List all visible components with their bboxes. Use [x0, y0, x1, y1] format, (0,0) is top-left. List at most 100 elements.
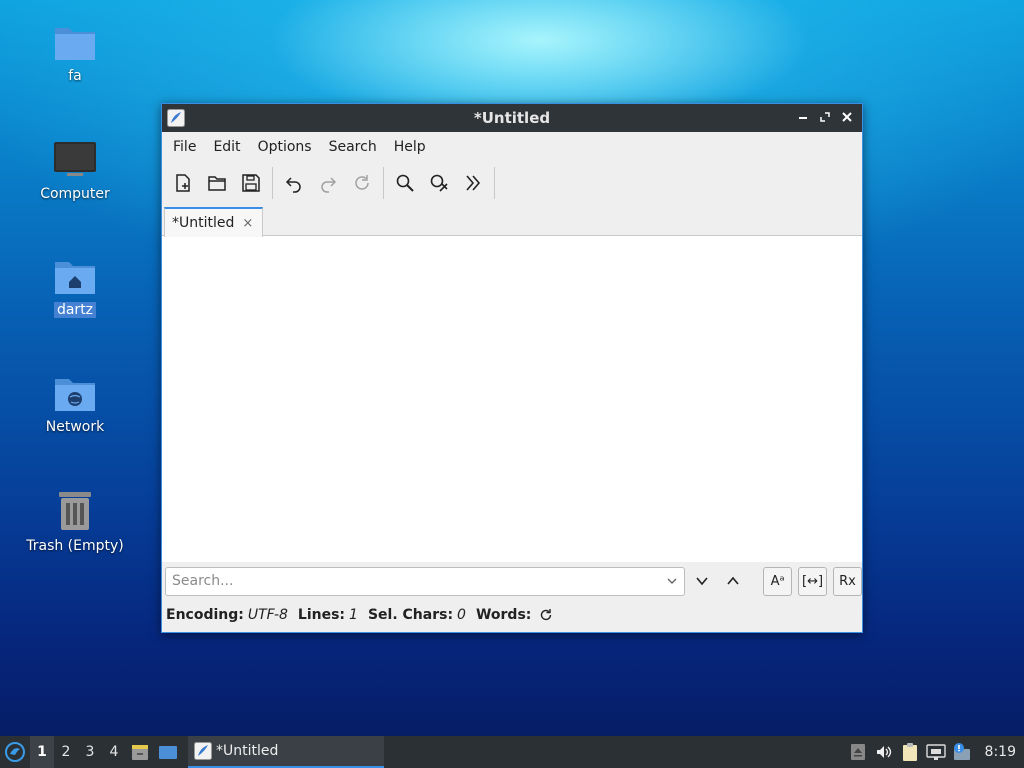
workspace-4[interactable]: 4 [102, 736, 126, 768]
chevron-down-icon [696, 577, 708, 586]
search-icon [396, 174, 414, 192]
start-menu-button[interactable] [0, 736, 30, 768]
desktop-icon-computer[interactable]: Computer [20, 140, 130, 202]
clipboard-button[interactable] [897, 736, 923, 768]
tab-bar: *Untitled × [162, 204, 862, 237]
desktop-icon-label: Network [45, 419, 105, 435]
chevron-down-icon[interactable] [666, 575, 678, 587]
desktop-icon-label: Computer [40, 186, 110, 202]
network-button[interactable] [923, 736, 949, 768]
volume-icon [876, 746, 891, 758]
desktop-icon-trash[interactable]: Trash (Empty) [20, 490, 130, 554]
status-bar: Encoding: UTF-8 Lines: 1 Sel. Chars: 0 W… [162, 600, 862, 630]
minimize-icon [799, 117, 807, 119]
taskbar: 1 2 3 4 *Untitled 8:19 [0, 736, 1024, 768]
find-button[interactable] [390, 168, 420, 198]
desktop-icon [159, 746, 177, 759]
menu-search[interactable]: Search [322, 135, 384, 159]
desktop-icon-label: fa [68, 68, 82, 84]
notification-icon [953, 743, 970, 760]
replace-button[interactable] [424, 168, 454, 198]
close-window-button[interactable] [838, 108, 856, 126]
search-bar: Aᵃ [↔] Rx [162, 562, 862, 600]
menubar: File Edit Options Search Help [162, 132, 862, 162]
eject-icon [850, 744, 865, 760]
go-to-line-button[interactable] [458, 168, 488, 198]
save-icon [242, 174, 260, 192]
desktop-icon-network[interactable]: Network [20, 373, 130, 435]
network-wired-icon [925, 744, 946, 760]
clipboard-icon [902, 743, 917, 761]
search-input[interactable] [166, 567, 656, 595]
open-file-button[interactable] [202, 168, 232, 198]
text-editor-area[interactable] [162, 236, 862, 562]
desktop-icon-fa[interactable]: fa [20, 22, 130, 84]
menu-file[interactable]: File [166, 135, 203, 159]
search-combobox[interactable] [165, 566, 686, 596]
chevron-up-icon [727, 576, 739, 585]
regex-button[interactable]: Rx [833, 566, 862, 596]
redo-icon [321, 177, 337, 193]
find-next-button[interactable] [688, 567, 716, 595]
toolbar-separator [494, 167, 495, 199]
computer-icon [54, 142, 96, 176]
toolbar-separator [383, 167, 384, 199]
tab-untitled[interactable]: *Untitled × [164, 207, 263, 237]
encoding-label: Encoding: [166, 607, 244, 623]
notification-button[interactable] [949, 736, 975, 768]
removable-media-button[interactable] [845, 736, 871, 768]
undo-button[interactable] [279, 168, 309, 198]
reload-icon [355, 175, 369, 190]
volume-button[interactable] [871, 736, 897, 768]
lines-label: Lines: [297, 607, 346, 623]
redo-button[interactable] [313, 168, 343, 198]
menu-options[interactable]: Options [251, 135, 319, 159]
refresh-word-count-button[interactable] [539, 608, 553, 622]
save-file-button[interactable] [236, 168, 266, 198]
menu-help[interactable]: Help [387, 135, 433, 159]
desktop-icon-label: Trash (Empty) [26, 538, 124, 554]
new-document-icon [176, 174, 190, 192]
trash-icon [59, 492, 91, 530]
find-previous-button[interactable] [719, 567, 747, 595]
file-cabinet-icon [132, 745, 148, 760]
words-label: Words: [475, 607, 532, 623]
whole-word-button[interactable]: [↔] [798, 566, 828, 596]
window-titlebar[interactable]: *Untitled [162, 104, 862, 132]
tab-label: *Untitled [172, 215, 235, 231]
reload-button[interactable] [347, 168, 377, 198]
match-case-button[interactable]: Aᵃ [763, 566, 793, 596]
system-tray: 8:19 [845, 736, 1024, 768]
editor-window: *Untitled File Edit Options Search Help [161, 103, 863, 633]
close-icon [842, 112, 852, 122]
workspace-2[interactable]: 2 [54, 736, 78, 768]
task-label: *Untitled [216, 743, 279, 759]
encoding-value: UTF-8 [247, 607, 288, 623]
new-file-button[interactable] [168, 168, 198, 198]
home-folder-icon [55, 262, 95, 294]
tab-close-icon[interactable]: × [242, 216, 253, 231]
file-manager-launcher[interactable] [126, 736, 154, 768]
sel-chars-value: 0 [457, 607, 466, 623]
featherpad-app-icon [194, 742, 212, 760]
toolbar-separator [272, 167, 273, 199]
menu-edit[interactable]: Edit [206, 135, 247, 159]
find-replace-icon [430, 174, 448, 192]
toolbar [162, 162, 862, 204]
taskbar-task-untitled[interactable]: *Untitled [188, 736, 384, 768]
clock[interactable]: 8:19 [975, 744, 1024, 760]
lubuntu-logo-icon [5, 742, 25, 762]
workspace-1[interactable]: 1 [30, 736, 54, 768]
refresh-icon [541, 609, 552, 621]
folder-open-icon [208, 176, 226, 191]
window-title: *Untitled [473, 109, 551, 127]
minimize-button[interactable] [794, 108, 812, 126]
maximize-button[interactable] [816, 108, 834, 126]
workspace-3[interactable]: 3 [78, 736, 102, 768]
lines-value: 1 [349, 607, 358, 623]
desktop-icon-label: dartz [53, 302, 97, 318]
double-chevron-right-icon [466, 175, 481, 191]
desktop-icon-dartz[interactable]: dartz [20, 256, 130, 318]
show-desktop-button[interactable] [154, 736, 182, 768]
folder-icon [55, 28, 95, 60]
